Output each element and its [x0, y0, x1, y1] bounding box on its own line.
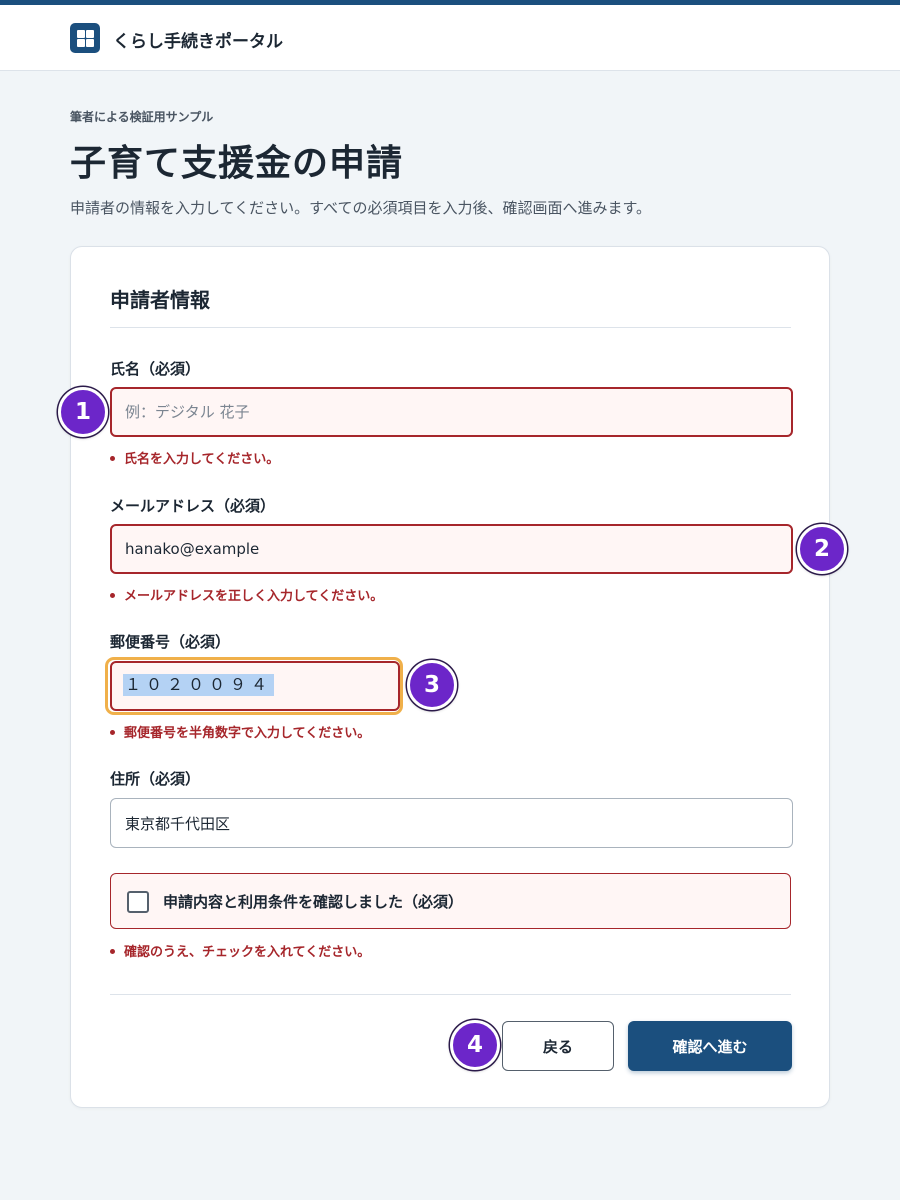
error-dot-icon: [110, 456, 115, 461]
address-label: 住所（必須）: [110, 770, 201, 788]
consent-label[interactable]: 申請内容と利用条件を確認しました（必須）: [163, 891, 463, 912]
grid-icon[interactable]: [70, 23, 100, 53]
error-dot-icon: [110, 730, 115, 735]
error-dot-icon: [110, 593, 115, 598]
postal-code-selected-text: １０２００９４: [123, 674, 275, 696]
consent-box[interactable]: 申請内容と利用条件を確認しました（必須）: [110, 873, 791, 929]
email-input[interactable]: [110, 524, 793, 574]
email-label: メールアドレス（必須）: [110, 497, 276, 515]
name-error-text: 氏名を入力してください。: [124, 452, 280, 467]
page-title: 子育て支援金の申請: [70, 143, 404, 184]
annotation-marker-3: 3: [407, 660, 457, 710]
page-description: 申請者の情報を入力してください。すべての必須項目を入力後、確認画面へ進みます。: [70, 199, 651, 217]
consent-checkbox[interactable]: [127, 891, 149, 913]
section-divider: [110, 327, 791, 328]
annotation-marker-1: 1: [58, 387, 108, 437]
annotation-marker-4: 4: [450, 1020, 500, 1070]
section-title: 申請者情報: [110, 288, 210, 312]
annotation-marker-2: 2: [797, 524, 847, 574]
app-title[interactable]: くらし手続きポータル: [113, 27, 283, 52]
name-label: 氏名（必須）: [110, 360, 201, 378]
actions-divider: [110, 994, 791, 995]
site-header: くらし手続きポータル: [0, 5, 900, 71]
back-button[interactable]: 戻る: [502, 1021, 614, 1071]
address-input[interactable]: [110, 798, 793, 848]
email-error: メールアドレスを正しく入力してください。: [110, 585, 383, 604]
page-eyebrow: 筆者による検証用サンプル: [70, 110, 214, 124]
consent-error-text: 確認のうえ、チェックを入れてください。: [124, 945, 371, 960]
postal-code-error: 郵便番号を半角数字で入力してください。: [110, 722, 370, 741]
consent-error: 確認のうえ、チェックを入れてください。: [110, 941, 370, 960]
name-error: 氏名を入力してください。: [110, 448, 279, 467]
email-error-text: メールアドレスを正しく入力してください。: [124, 589, 384, 604]
postal-code-label: 郵便番号（必須）: [110, 633, 231, 651]
next-button[interactable]: 確認へ進む: [628, 1021, 792, 1071]
error-dot-icon: [110, 949, 115, 954]
postal-code-error-text: 郵便番号を半角数字で入力してください。: [124, 726, 371, 741]
name-input[interactable]: [110, 387, 793, 437]
